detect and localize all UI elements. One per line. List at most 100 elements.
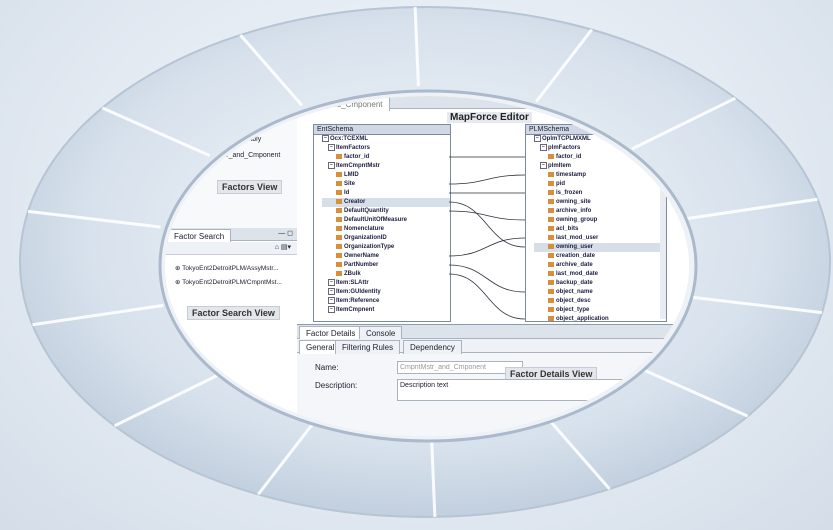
mapping-connector[interactable] — [449, 264, 525, 293]
element-icon — [548, 298, 554, 304]
tab-factor-search[interactable]: Factor Search — [167, 229, 232, 243]
editor-title: MapForce Editor — [447, 112, 532, 123]
element-icon — [548, 280, 554, 286]
right-schema-node[interactable]: pid — [534, 180, 666, 189]
expand-icon[interactable]: − — [328, 297, 335, 305]
element-icon — [548, 307, 554, 313]
right-schema-node[interactable]: acl_bits — [534, 225, 666, 234]
mapping-connector[interactable] — [449, 273, 525, 320]
node-label: pid — [556, 181, 565, 188]
node-label: last_mod_date — [556, 271, 599, 278]
left-schema-node[interactable]: Nomenclature — [322, 225, 450, 234]
mapping-connector[interactable] — [449, 174, 525, 185]
mapping-connector[interactable] — [449, 201, 525, 248]
element-icon — [548, 208, 554, 214]
element-icon — [336, 262, 342, 268]
toolbar-icons[interactable]: ⌂ ▤▾ — [275, 243, 291, 251]
tab-factor-details[interactable]: Factor Details — [299, 326, 363, 340]
right-schema-node[interactable]: owning_group — [534, 216, 666, 225]
node-label: ZBulk — [344, 271, 361, 278]
right-schema-node[interactable]: owning_user — [534, 243, 666, 253]
left-schema-node[interactable]: ZBulk — [322, 270, 450, 279]
expand-icon[interactable]: − — [322, 135, 329, 142]
expand-icon[interactable]: − — [328, 288, 335, 296]
minimize-icon[interactable]: — ◻ — [278, 229, 293, 237]
expand-icon[interactable]: − — [540, 162, 547, 170]
expand-icon[interactable]: − — [328, 144, 335, 152]
element-icon — [336, 253, 342, 259]
search-result-item[interactable]: ⊕ TokyoEnt2DetroitPLM/CmpntMst... — [175, 278, 282, 286]
node-label: object_desc — [556, 298, 591, 305]
left-schema-node[interactable]: factor_id — [322, 153, 450, 162]
left-schema-node[interactable]: − Item:SLAttr — [322, 279, 450, 288]
tab-filtering-rules[interactable]: Filtering Rules — [335, 340, 401, 354]
right-schema-node[interactable]: object_desc — [534, 297, 666, 306]
right-schema-node[interactable]: creation_date — [534, 252, 666, 261]
node-label: plmFactors — [548, 145, 581, 152]
element-icon — [548, 190, 554, 196]
tab-console[interactable]: Console — [359, 326, 403, 340]
left-schema-node[interactable]: Creator — [322, 198, 450, 208]
left-schema-node[interactable]: − Item:Reference — [322, 297, 450, 306]
expand-icon[interactable]: − — [328, 279, 335, 287]
node-label: factor_id — [556, 154, 582, 161]
application-screenshot: _Assembly Mstr_and_Cmponent Factors View… — [165, 96, 689, 436]
expand-icon[interactable]: − — [540, 144, 547, 152]
node-label: ItemCmpnent — [336, 307, 375, 314]
left-schema-node[interactable]: − ItemCmpnent — [322, 306, 450, 315]
node-label: archive_info — [556, 208, 592, 215]
node-label: ItemCmpntMstr — [336, 163, 381, 170]
left-schema-node[interactable]: Site — [322, 180, 450, 189]
element-icon — [336, 208, 342, 214]
mapping-connector[interactable] — [449, 237, 525, 257]
mapping-connector[interactable] — [449, 210, 525, 221]
search-result-item[interactable]: ⊕ TokyoEnt2DetroitPLM/AssyMstr... — [175, 264, 279, 272]
element-icon — [336, 226, 342, 232]
left-schema-node[interactable]: − ItemCmpntMstr — [322, 162, 450, 171]
left-schema-node[interactable]: DefaultUnitOfMeasure — [322, 216, 450, 225]
left-schema-node[interactable]: − Ocx:TCEXML — [322, 135, 450, 144]
left-schema-node[interactable]: DefaultQuantity — [322, 207, 450, 216]
node-label: object_name — [556, 289, 593, 296]
left-schema-node[interactable]: PartNumber — [322, 261, 450, 270]
left-schema-node[interactable]: − ItemFactors — [322, 144, 450, 153]
node-label: OwnerName — [344, 253, 380, 260]
left-schema-node[interactable]: OrganizationType — [322, 243, 450, 252]
factors-view-callout: Factors View — [217, 180, 283, 194]
node-label: factor_id — [344, 154, 370, 161]
node-label: creation_date — [556, 253, 596, 260]
right-schema-node[interactable]: archive_info — [534, 207, 666, 216]
right-schema-node[interactable]: backup_date — [534, 279, 666, 288]
right-schema-node[interactable]: archive_date — [534, 261, 666, 270]
element-icon — [336, 181, 342, 187]
right-schema-node[interactable]: is_frozen — [534, 189, 666, 198]
element-icon — [548, 172, 554, 178]
tab-dependency[interactable]: Dependency — [403, 340, 462, 354]
left-schema-node[interactable]: − Item:GUIdentity — [322, 288, 450, 297]
left-schema-title: EntSchema — [314, 125, 450, 135]
right-schema-node[interactable]: owning_site — [534, 198, 666, 207]
mapping-lines — [449, 156, 525, 320]
right-schema-node[interactable]: object_name — [534, 288, 666, 297]
right-schema-node[interactable]: last_mod_date — [534, 270, 666, 279]
node-label: plmItem — [548, 163, 572, 170]
element-icon — [336, 235, 342, 241]
node-label: Id — [344, 190, 350, 197]
element-icon — [548, 316, 554, 322]
node-label: DefaultQuantity — [344, 208, 389, 215]
element-icon — [548, 226, 554, 232]
left-schema-node[interactable]: LMID — [322, 171, 450, 180]
right-schema-node[interactable]: last_mod_user — [534, 234, 666, 243]
right-schema-node[interactable]: object_type — [534, 306, 666, 315]
left-schema-node[interactable]: OwnerName — [322, 252, 450, 261]
left-schema-node[interactable]: Id — [322, 189, 450, 198]
element-icon — [548, 271, 554, 277]
expand-icon[interactable]: − — [328, 306, 335, 314]
node-label: Ocx:TCEXML — [330, 136, 369, 143]
expand-icon[interactable]: − — [328, 162, 335, 170]
node-label: object_application — [556, 316, 609, 323]
element-icon — [548, 235, 554, 241]
left-schema-node[interactable]: OrganizationID — [322, 234, 450, 243]
expand-icon[interactable]: − — [534, 135, 541, 142]
right-schema-node[interactable]: object_application — [534, 315, 666, 324]
